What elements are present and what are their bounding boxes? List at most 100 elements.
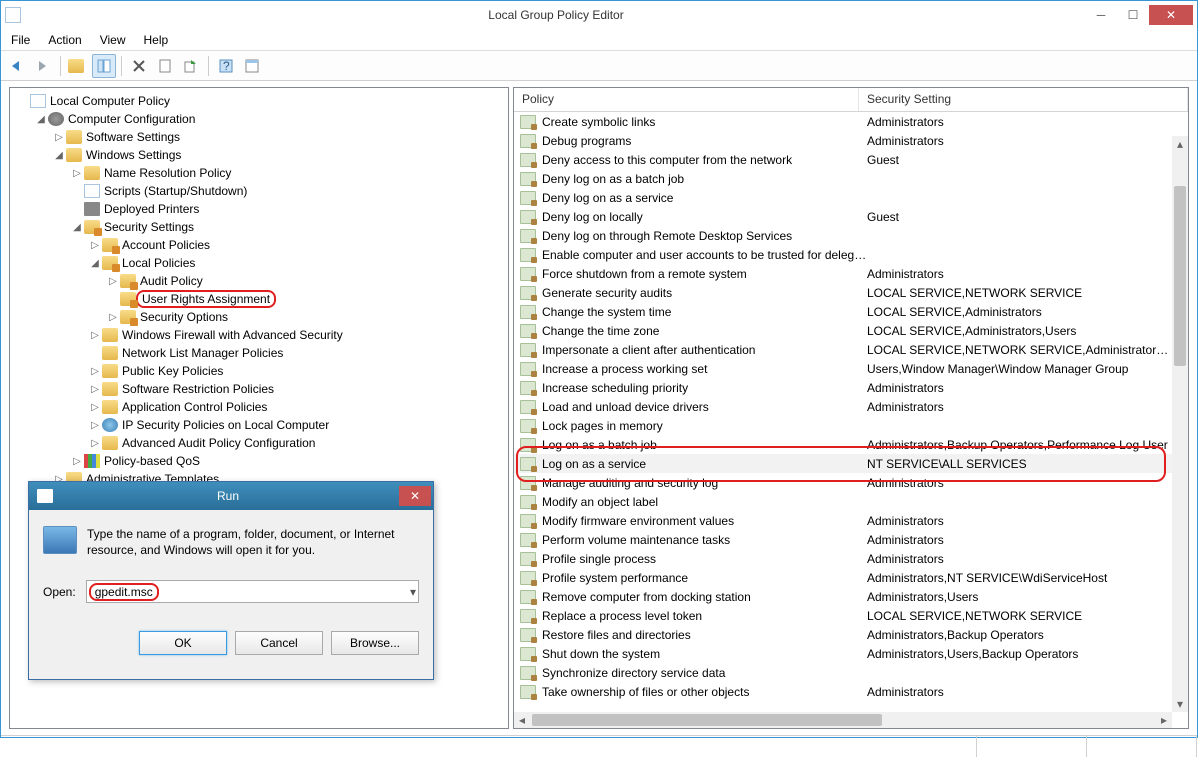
cancel-button[interactable]: Cancel bbox=[235, 631, 323, 655]
tree-node[interactable]: User Rights Assignment bbox=[12, 290, 506, 308]
options-button[interactable] bbox=[240, 54, 264, 78]
tree-node[interactable]: Network List Manager Policies bbox=[12, 344, 506, 362]
menu-view[interactable]: View bbox=[100, 33, 126, 47]
policy-row[interactable]: Deny access to this computer from the ne… bbox=[514, 150, 1172, 169]
expand-icon[interactable]: ▷ bbox=[88, 330, 102, 341]
expand-icon[interactable]: ▷ bbox=[88, 402, 102, 413]
policy-row[interactable]: Log on as a batch jobAdministrators,Back… bbox=[514, 435, 1172, 454]
show-tree-button[interactable] bbox=[92, 54, 116, 78]
tree-node[interactable]: Scripts (Startup/Shutdown) bbox=[12, 182, 506, 200]
policy-row[interactable]: Deny log on as a service bbox=[514, 188, 1172, 207]
expand-icon[interactable]: ▷ bbox=[88, 438, 102, 449]
policy-row[interactable]: Shut down the systemAdministrators,Users… bbox=[514, 644, 1172, 663]
horizontal-scrollbar[interactable]: ◂▸ bbox=[514, 712, 1172, 728]
policy-row[interactable]: Deny log on as a batch job bbox=[514, 169, 1172, 188]
policy-row[interactable]: Manage auditing and security logAdminist… bbox=[514, 473, 1172, 492]
tree-node[interactable]: ▷Policy-based QoS bbox=[12, 452, 506, 470]
open-value: gpedit.msc bbox=[89, 583, 159, 601]
tree-node[interactable]: ▷Account Policies bbox=[12, 236, 506, 254]
policy-row[interactable]: Force shutdown from a remote systemAdmin… bbox=[514, 264, 1172, 283]
forward-button[interactable] bbox=[31, 54, 55, 78]
tree-node[interactable]: ▷Advanced Audit Policy Configuration bbox=[12, 434, 506, 452]
policy-row[interactable]: Replace a process level tokenLOCAL SERVI… bbox=[514, 606, 1172, 625]
policy-row[interactable]: Synchronize directory service data bbox=[514, 663, 1172, 682]
expand-icon[interactable]: ▷ bbox=[88, 366, 102, 377]
policy-row[interactable]: Debug programsAdministrators bbox=[514, 131, 1172, 150]
menu-file[interactable]: File bbox=[11, 33, 30, 47]
vertical-scrollbar[interactable]: ▴▾ bbox=[1172, 136, 1188, 712]
tree-node[interactable]: ◢Computer Configuration bbox=[12, 110, 506, 128]
policy-row[interactable]: Modify firmware environment valuesAdmini… bbox=[514, 511, 1172, 530]
policy-row[interactable]: Create symbolic linksAdministrators bbox=[514, 112, 1172, 131]
col-setting[interactable]: Security Setting bbox=[859, 88, 1188, 111]
policy-row[interactable]: Increase scheduling priorityAdministrato… bbox=[514, 378, 1172, 397]
menu-action[interactable]: Action bbox=[48, 33, 81, 47]
expand-icon[interactable]: ▷ bbox=[88, 384, 102, 395]
tree-node[interactable]: ▷Audit Policy bbox=[12, 272, 506, 290]
tree-node[interactable]: ▷IP Security Policies on Local Computer bbox=[12, 416, 506, 434]
export-button[interactable] bbox=[179, 54, 203, 78]
expand-icon[interactable]: ▷ bbox=[88, 240, 102, 251]
tree-node[interactable]: ▷Windows Firewall with Advanced Security bbox=[12, 326, 506, 344]
tree-node[interactable]: ◢Windows Settings bbox=[12, 146, 506, 164]
expand-icon[interactable]: ▷ bbox=[106, 276, 120, 287]
expand-icon[interactable]: ◢ bbox=[88, 258, 102, 269]
help-button[interactable]: ? bbox=[214, 54, 238, 78]
run-titlebar[interactable]: Run ✕ bbox=[29, 482, 433, 510]
policy-row[interactable]: Generate security auditsLOCAL SERVICE,NE… bbox=[514, 283, 1172, 302]
menubar: File Action View Help bbox=[1, 29, 1197, 51]
tree-node[interactable]: ◢Local Policies bbox=[12, 254, 506, 272]
open-combobox[interactable]: gpedit.msc ▾ bbox=[86, 580, 419, 603]
up-button[interactable] bbox=[66, 54, 90, 78]
tree-node[interactable]: ▷Application Control Policies bbox=[12, 398, 506, 416]
policy-name: Modify firmware environment values bbox=[542, 514, 867, 528]
maximize-button[interactable]: ☐ bbox=[1117, 5, 1149, 25]
chevron-down-icon[interactable]: ▾ bbox=[410, 585, 416, 599]
close-button[interactable]: ✕ bbox=[1149, 5, 1193, 25]
policy-row[interactable]: Profile system performanceAdministrators… bbox=[514, 568, 1172, 587]
policy-row[interactable]: Modify an object label bbox=[514, 492, 1172, 511]
expand-icon[interactable]: ◢ bbox=[34, 114, 48, 125]
tree-node[interactable]: ◢Security Settings bbox=[12, 218, 506, 236]
tree-node[interactable]: ▷Security Options bbox=[12, 308, 506, 326]
policy-row[interactable]: Impersonate a client after authenticatio… bbox=[514, 340, 1172, 359]
policy-row[interactable]: Deny log on through Remote Desktop Servi… bbox=[514, 226, 1172, 245]
policy-row[interactable]: Increase a process working setUsers,Wind… bbox=[514, 359, 1172, 378]
policy-row[interactable]: Log on as a serviceNT SERVICE\ALL SERVIC… bbox=[514, 454, 1172, 473]
tree-node[interactable]: ▷Software Restriction Policies bbox=[12, 380, 506, 398]
ok-button[interactable]: OK bbox=[139, 631, 227, 655]
expand-icon[interactable]: ▷ bbox=[88, 420, 102, 431]
tree-node[interactable]: Local Computer Policy bbox=[12, 92, 506, 110]
delete-button[interactable] bbox=[127, 54, 151, 78]
tree-node[interactable]: ▷Software Settings bbox=[12, 128, 506, 146]
expand-icon[interactable]: ◢ bbox=[70, 222, 84, 233]
policy-name: Impersonate a client after authenticatio… bbox=[542, 343, 867, 357]
expand-icon[interactable]: ▷ bbox=[106, 312, 120, 323]
policy-row[interactable]: Enable computer and user accounts to be … bbox=[514, 245, 1172, 264]
expand-icon[interactable]: ▷ bbox=[52, 132, 66, 143]
policy-icon bbox=[520, 590, 536, 604]
policy-row[interactable]: Lock pages in memory bbox=[514, 416, 1172, 435]
properties-button[interactable] bbox=[153, 54, 177, 78]
back-button[interactable] bbox=[5, 54, 29, 78]
policy-row[interactable]: Take ownership of files or other objects… bbox=[514, 682, 1172, 701]
expand-icon[interactable]: ▷ bbox=[70, 456, 84, 467]
expand-icon[interactable]: ▷ bbox=[70, 168, 84, 179]
col-policy[interactable]: Policy bbox=[514, 88, 859, 111]
browse-button[interactable]: Browse... bbox=[331, 631, 419, 655]
tree-node[interactable]: Deployed Printers bbox=[12, 200, 506, 218]
policy-row[interactable]: Deny log on locallyGuest bbox=[514, 207, 1172, 226]
policy-row[interactable]: Restore files and directoriesAdministrat… bbox=[514, 625, 1172, 644]
policy-row[interactable]: Profile single processAdministrators bbox=[514, 549, 1172, 568]
tree-node[interactable]: ▷Public Key Policies bbox=[12, 362, 506, 380]
policy-row[interactable]: Remove computer from docking stationAdmi… bbox=[514, 587, 1172, 606]
policy-row[interactable]: Change the system timeLOCAL SERVICE,Admi… bbox=[514, 302, 1172, 321]
policy-row[interactable]: Perform volume maintenance tasksAdminist… bbox=[514, 530, 1172, 549]
minimize-button[interactable]: ─ bbox=[1085, 5, 1117, 25]
policy-row[interactable]: Load and unload device driversAdministra… bbox=[514, 397, 1172, 416]
menu-help[interactable]: Help bbox=[144, 33, 169, 47]
expand-icon[interactable]: ◢ bbox=[52, 150, 66, 161]
tree-node[interactable]: ▷Name Resolution Policy bbox=[12, 164, 506, 182]
run-close-button[interactable]: ✕ bbox=[399, 486, 431, 506]
policy-row[interactable]: Change the time zoneLOCAL SERVICE,Admini… bbox=[514, 321, 1172, 340]
